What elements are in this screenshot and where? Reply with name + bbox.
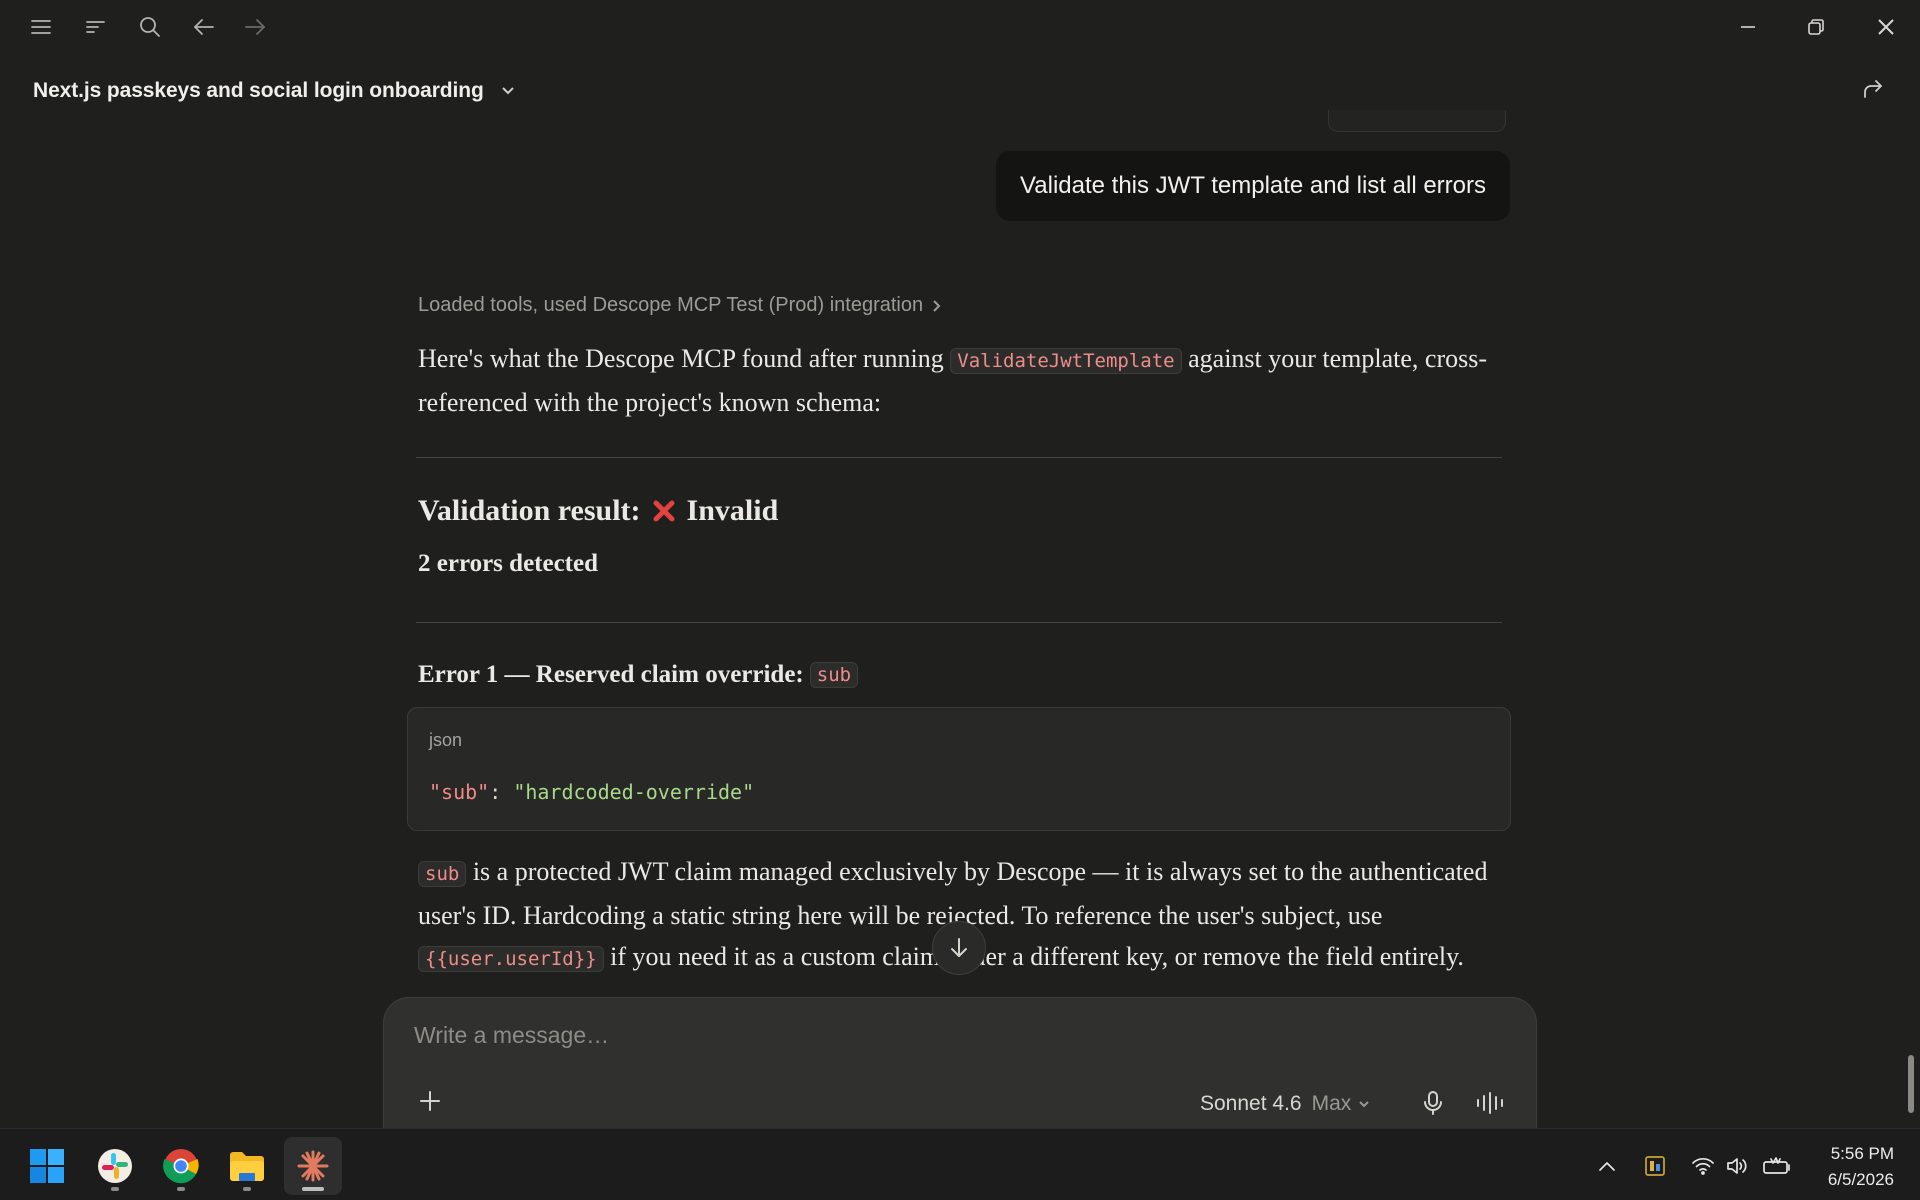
running-indicator bbox=[302, 1187, 324, 1191]
inline-code: sub bbox=[418, 861, 467, 887]
conversation-title: Next.js passkeys and social login onboar… bbox=[33, 79, 484, 102]
model-mode: Max bbox=[1312, 1092, 1372, 1116]
chevron-right-icon bbox=[933, 299, 941, 312]
forward-arrow-icon[interactable] bbox=[240, 12, 270, 42]
explanation-text-end: if you need it as a custom claim under a… bbox=[603, 942, 1464, 971]
scrollbar[interactable] bbox=[1908, 1055, 1914, 1113]
cross-mark-icon bbox=[649, 496, 679, 526]
start-button[interactable] bbox=[18, 1137, 76, 1195]
microphone-icon bbox=[1424, 1091, 1442, 1115]
plus-icon bbox=[420, 1091, 440, 1111]
app-tray-icon[interactable] bbox=[1640, 1151, 1670, 1181]
back-arrow-icon[interactable] bbox=[189, 12, 219, 42]
divider bbox=[416, 622, 1502, 623]
chevron-down-icon bbox=[1359, 1101, 1369, 1108]
inline-code: {{user.userId}} bbox=[418, 946, 604, 972]
minimize-button[interactable] bbox=[1728, 10, 1768, 44]
close-button[interactable] bbox=[1866, 10, 1906, 44]
voice-mode-button[interactable] bbox=[1474, 1088, 1508, 1118]
code-language-label: json bbox=[429, 730, 463, 750]
model-mode-label: Max bbox=[1311, 1092, 1352, 1115]
validation-status: Invalid bbox=[686, 494, 779, 527]
chevron-down-icon bbox=[498, 81, 518, 101]
share-icon[interactable] bbox=[1858, 74, 1888, 104]
message-composer: Sonnet 4.6 Max bbox=[383, 997, 1537, 1137]
assistant-intro: Here's what the Descope MCP found after … bbox=[418, 338, 1498, 423]
microphone-button[interactable] bbox=[1418, 1088, 1448, 1118]
divider bbox=[416, 457, 1502, 458]
json-colon: : bbox=[489, 780, 514, 804]
restore-button[interactable] bbox=[1796, 10, 1836, 44]
tool-usage-summary[interactable]: Loaded tools, used Descope MCP Test (Pro… bbox=[418, 294, 943, 317]
add-attachment-button[interactable] bbox=[415, 1086, 445, 1116]
taskbar-chrome[interactable] bbox=[152, 1137, 210, 1195]
message-input[interactable] bbox=[414, 1022, 1314, 1049]
window-top-bar bbox=[0, 0, 1920, 54]
clock-time: 5:56 PM bbox=[1830, 1144, 1894, 1163]
menu-icon[interactable] bbox=[26, 12, 56, 42]
conversation-title-menu[interactable]: Next.js passkeys and social login onboar… bbox=[33, 74, 518, 108]
model-name: Sonnet 4.6 bbox=[1200, 1092, 1302, 1115]
explanation-text: is a protected JWT claim managed exclusi… bbox=[418, 857, 1488, 930]
taskbar-claude[interactable] bbox=[284, 1137, 342, 1195]
running-indicator bbox=[111, 1187, 119, 1191]
json-value: "hardcoded-override" bbox=[513, 780, 755, 804]
wifi-icon[interactable] bbox=[1688, 1151, 1718, 1181]
user-message: Validate this JWT template and list all … bbox=[996, 151, 1510, 221]
model-selector[interactable]: Sonnet 4.6 Max bbox=[1200, 1092, 1371, 1116]
system-clock[interactable]: 5:56 PM 6/5/2026 bbox=[1828, 1141, 1894, 1193]
windows-logo-icon bbox=[30, 1149, 64, 1183]
sidebar-toggle-icon[interactable] bbox=[81, 12, 111, 42]
error-1-heading: Error 1 — Reserved claim override: sub bbox=[418, 661, 859, 689]
inline-code: sub bbox=[809, 662, 859, 688]
claude-logo-icon bbox=[297, 1150, 329, 1182]
folder-icon bbox=[230, 1152, 264, 1181]
tool-usage-label: Loaded tools, used Descope MCP Test (Pro… bbox=[418, 294, 924, 316]
chevron-up-icon[interactable] bbox=[1592, 1151, 1622, 1181]
chrome-icon bbox=[163, 1149, 199, 1184]
inline-code: ValidateJwtTemplate bbox=[950, 348, 1182, 374]
taskbar-slack[interactable] bbox=[86, 1137, 144, 1195]
taskbar-file-explorer[interactable] bbox=[218, 1137, 276, 1195]
running-indicator bbox=[243, 1187, 251, 1191]
intro-text-start: Here's what the Descope MCP found after … bbox=[418, 344, 951, 373]
code-line: "sub": "hardcoded-override" bbox=[429, 780, 754, 804]
error-1-title: Error 1 — Reserved claim override: bbox=[418, 661, 804, 688]
running-indicator bbox=[177, 1187, 185, 1191]
error-count: 2 errors detected bbox=[418, 550, 599, 577]
previous-message-edge bbox=[1328, 110, 1506, 132]
code-block[interactable]: json "sub": "hardcoded-override" bbox=[407, 707, 1511, 831]
arrow-down-icon bbox=[951, 938, 967, 957]
volume-icon[interactable] bbox=[1722, 1151, 1752, 1181]
validation-heading: Validation result: Invalid bbox=[418, 494, 778, 528]
battery-icon[interactable] bbox=[1762, 1151, 1792, 1181]
scroll-to-bottom-button[interactable] bbox=[932, 921, 986, 975]
clock-date: 6/5/2026 bbox=[1827, 1170, 1894, 1189]
search-icon[interactable] bbox=[135, 12, 165, 42]
windows-taskbar: 5:56 PM 6/5/2026 bbox=[0, 1128, 1920, 1200]
slack-icon bbox=[98, 1149, 132, 1183]
waveform-icon bbox=[1477, 1092, 1503, 1114]
json-key: "sub" bbox=[429, 780, 490, 804]
chat-transcript: Validate this JWT template and list all … bbox=[0, 110, 1920, 1000]
validation-label: Validation result: bbox=[418, 494, 641, 527]
